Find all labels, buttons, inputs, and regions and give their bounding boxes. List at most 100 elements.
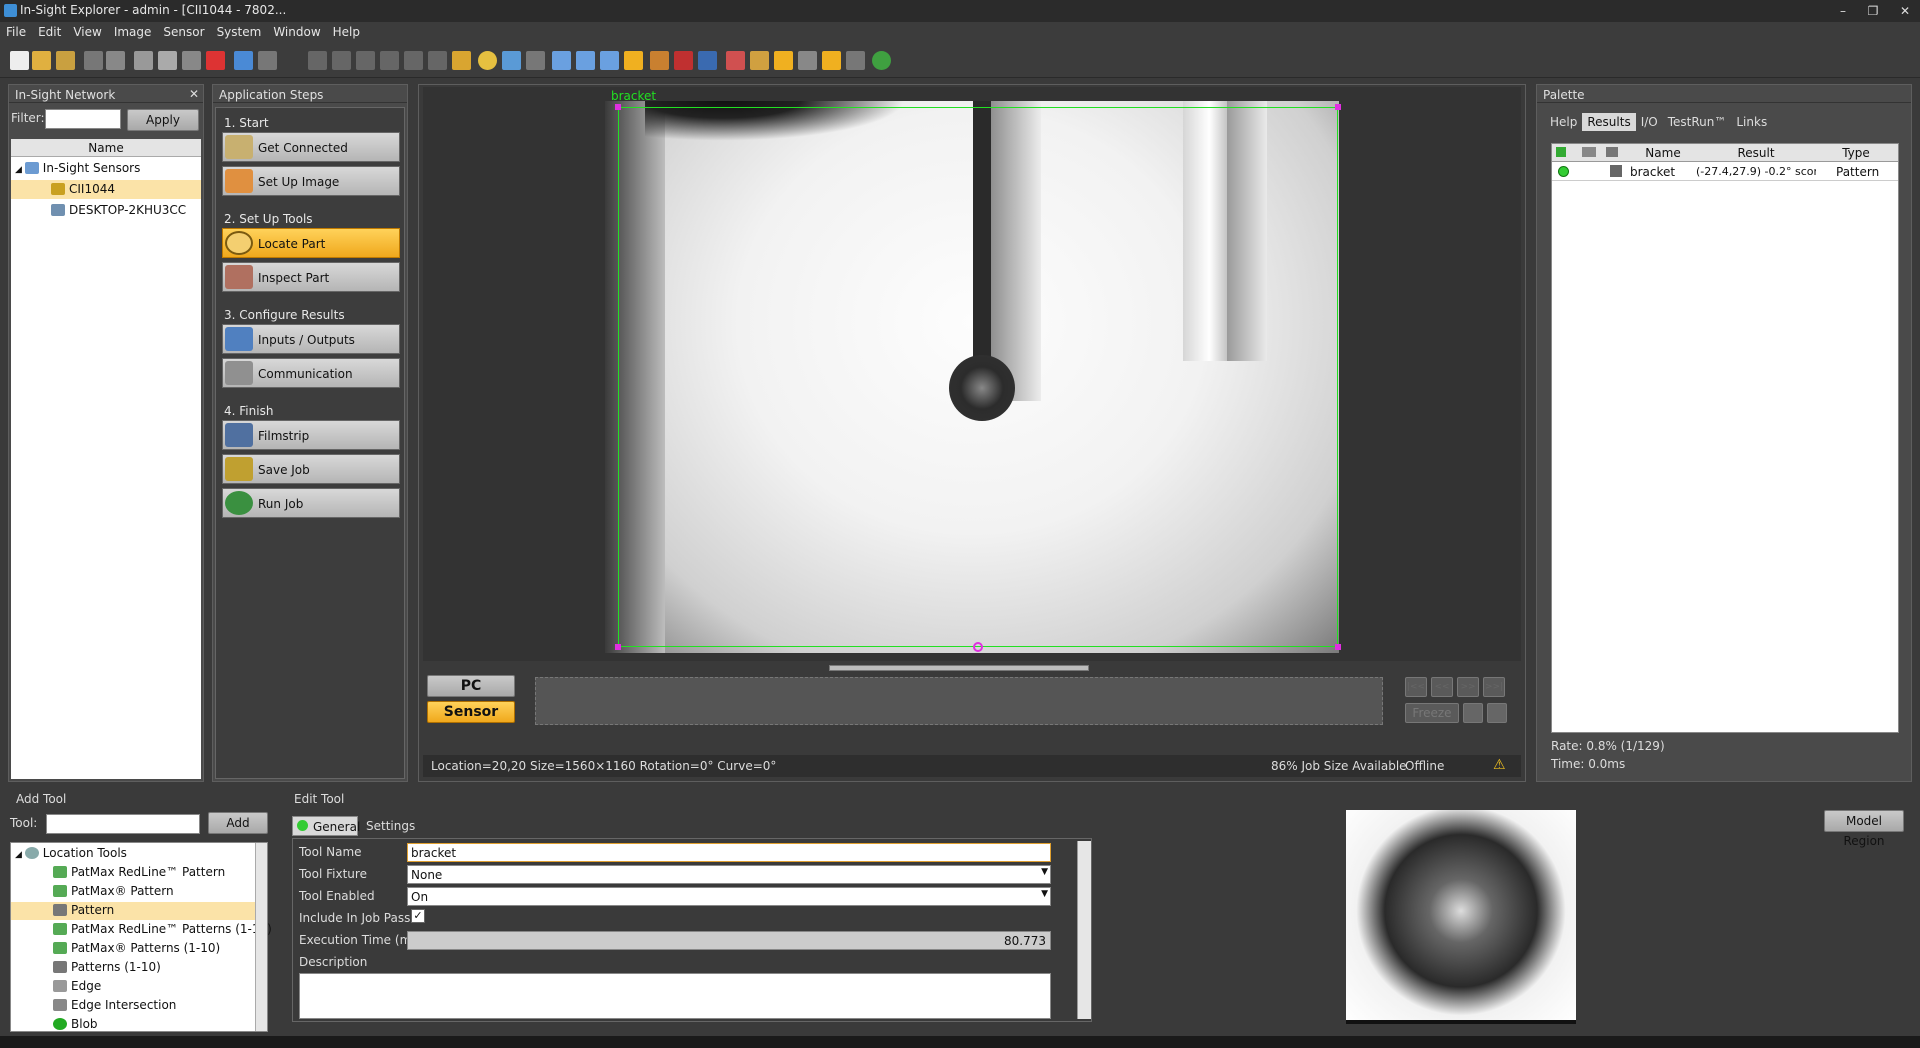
play-icon[interactable] bbox=[356, 51, 375, 70]
print-preview-icon[interactable] bbox=[106, 51, 125, 70]
list-item[interactable]: PatMax® Pattern bbox=[53, 884, 174, 898]
filmstrip-settings-icon[interactable] bbox=[1463, 703, 1483, 723]
prev-image-icon[interactable] bbox=[332, 51, 351, 70]
image-viewport[interactable]: bracket bbox=[423, 87, 1521, 661]
calibrate-icon[interactable] bbox=[726, 51, 745, 70]
redo-icon[interactable] bbox=[258, 51, 277, 70]
list-item[interactable]: Patterns (1-10) bbox=[53, 960, 161, 974]
zoom-in-icon[interactable] bbox=[552, 51, 571, 70]
menu-sensor[interactable]: Sensor bbox=[157, 22, 210, 39]
folder-icon[interactable] bbox=[452, 51, 471, 70]
table-row[interactable]: bracket (-27.4,27.9) -0.2° scor... Patte… bbox=[1552, 163, 1898, 181]
camera-icon[interactable] bbox=[526, 51, 545, 70]
last-frame-button[interactable]: >>| bbox=[1483, 677, 1505, 697]
save-icon[interactable] bbox=[56, 51, 75, 70]
gear-icon[interactable] bbox=[774, 51, 793, 70]
first-frame-button[interactable]: |<< bbox=[1405, 677, 1427, 697]
description-textarea[interactable] bbox=[299, 973, 1051, 1019]
list-item[interactable]: Edge bbox=[53, 979, 101, 993]
close-icon[interactable]: ✕ bbox=[189, 87, 199, 101]
menu-system[interactable]: System bbox=[211, 22, 268, 39]
zoom-out-icon[interactable] bbox=[576, 51, 595, 70]
set-up-image-button[interactable]: Set Up Image bbox=[222, 166, 400, 196]
user-icon[interactable] bbox=[822, 51, 841, 70]
close-button[interactable]: ✕ bbox=[1894, 2, 1916, 20]
tree-item-sensor[interactable]: CII1044 bbox=[51, 182, 115, 196]
tab-help[interactable]: Help bbox=[1545, 113, 1582, 131]
tab-settings[interactable]: Settings bbox=[366, 819, 415, 833]
zoom-fill-icon[interactable] bbox=[624, 51, 643, 70]
filter-input[interactable] bbox=[45, 109, 121, 129]
paste-icon[interactable] bbox=[182, 51, 201, 70]
new-icon[interactable] bbox=[10, 51, 29, 70]
settings-icon[interactable] bbox=[750, 51, 769, 70]
overlay-icon[interactable] bbox=[674, 51, 693, 70]
first-image-icon[interactable] bbox=[308, 51, 327, 70]
include-checkbox[interactable]: ✓ bbox=[411, 909, 425, 923]
pc-button[interactable]: PC bbox=[427, 675, 515, 697]
live-video-icon[interactable] bbox=[502, 51, 521, 70]
open-icon[interactable] bbox=[32, 51, 51, 70]
inputs-outputs-button[interactable]: Inputs / Outputs bbox=[222, 324, 400, 354]
graphics-icon[interactable] bbox=[650, 51, 669, 70]
tool-search-input[interactable] bbox=[46, 814, 200, 834]
apply-button[interactable]: Apply bbox=[127, 109, 199, 131]
chevron-down-icon[interactable]: ▼ bbox=[1041, 889, 1048, 899]
next-frame-button[interactable]: >> bbox=[1457, 677, 1479, 697]
tree-group-location[interactable]: ◢ Location Tools bbox=[15, 846, 127, 860]
filmstrip-clear-icon[interactable] bbox=[1487, 703, 1507, 723]
tab-io[interactable]: I/O bbox=[1636, 113, 1663, 131]
list-item[interactable]: PatMax® Patterns (1-10) bbox=[53, 941, 220, 955]
roi-box[interactable] bbox=[618, 107, 1338, 647]
form-scrollbar[interactable] bbox=[1077, 841, 1091, 1019]
get-connected-button[interactable]: Get Connected bbox=[222, 132, 400, 162]
tool-fixture-select[interactable]: None ▼ bbox=[407, 865, 1051, 884]
display-icon[interactable] bbox=[846, 51, 865, 70]
freeze-button[interactable]: Freeze bbox=[1405, 703, 1459, 723]
list-item[interactable]: Blob bbox=[53, 1017, 98, 1031]
tool-enabled-select[interactable]: On ▼ bbox=[407, 887, 1051, 906]
warning-icon[interactable]: ⚠ bbox=[1493, 757, 1506, 773]
model-region-button[interactable]: Model Region bbox=[1824, 810, 1904, 848]
collapse-icon[interactable]: ◢ bbox=[15, 165, 25, 175]
menu-view[interactable]: View bbox=[67, 22, 107, 39]
locate-part-button[interactable]: Locate Part bbox=[222, 228, 400, 258]
menu-edit[interactable]: Edit bbox=[32, 22, 67, 39]
inspect-part-button[interactable]: Inspect Part bbox=[222, 262, 400, 292]
menu-help[interactable]: Help bbox=[327, 22, 366, 39]
tab-links[interactable]: Links bbox=[1731, 113, 1772, 131]
image-scrollbar[interactable] bbox=[829, 665, 1089, 671]
save-job-button[interactable]: Save Job bbox=[222, 454, 400, 484]
prev-frame-button[interactable]: << bbox=[1431, 677, 1453, 697]
spreadsheet-icon[interactable] bbox=[698, 51, 717, 70]
collapse-icon[interactable]: ◢ bbox=[15, 850, 25, 860]
list-item[interactable]: Edge Intersection bbox=[53, 998, 176, 1012]
maximize-button[interactable]: ❐ bbox=[1862, 2, 1884, 20]
undo-icon[interactable] bbox=[234, 51, 253, 70]
copy-icon[interactable] bbox=[158, 51, 177, 70]
tab-general[interactable]: General bbox=[292, 816, 360, 836]
list-item[interactable]: PatMax RedLine™ Pattern bbox=[53, 865, 225, 879]
roi-handle-bl[interactable] bbox=[615, 644, 621, 650]
zoom-fit-icon[interactable] bbox=[600, 51, 619, 70]
last-image-icon[interactable] bbox=[404, 51, 423, 70]
tree-root[interactable]: ◢ In-Sight Sensors bbox=[15, 161, 140, 175]
add-button[interactable]: Add bbox=[208, 812, 268, 834]
sensor-button[interactable]: Sensor bbox=[427, 701, 515, 723]
tab-results[interactable]: Results bbox=[1582, 113, 1636, 131]
tool-tree-scrollbar[interactable] bbox=[255, 843, 267, 1031]
minimize-button[interactable]: – bbox=[1832, 2, 1854, 20]
chevron-down-icon[interactable]: ▼ bbox=[1041, 867, 1048, 877]
tool-name-input[interactable] bbox=[407, 843, 1051, 862]
menu-window[interactable]: Window bbox=[267, 22, 326, 39]
menu-image[interactable]: Image bbox=[108, 22, 158, 39]
communication-button[interactable]: Communication bbox=[222, 358, 400, 388]
delete-icon[interactable] bbox=[206, 51, 225, 70]
cut-icon[interactable] bbox=[134, 51, 153, 70]
roi-handle-tl[interactable] bbox=[615, 104, 621, 110]
tools-icon[interactable] bbox=[798, 51, 817, 70]
tree-item-pc[interactable]: DESKTOP-2KHU3CC bbox=[51, 203, 186, 217]
trigger-icon[interactable] bbox=[478, 51, 497, 70]
filmstrip-strip[interactable] bbox=[535, 677, 1383, 725]
next-image-icon[interactable] bbox=[380, 51, 399, 70]
